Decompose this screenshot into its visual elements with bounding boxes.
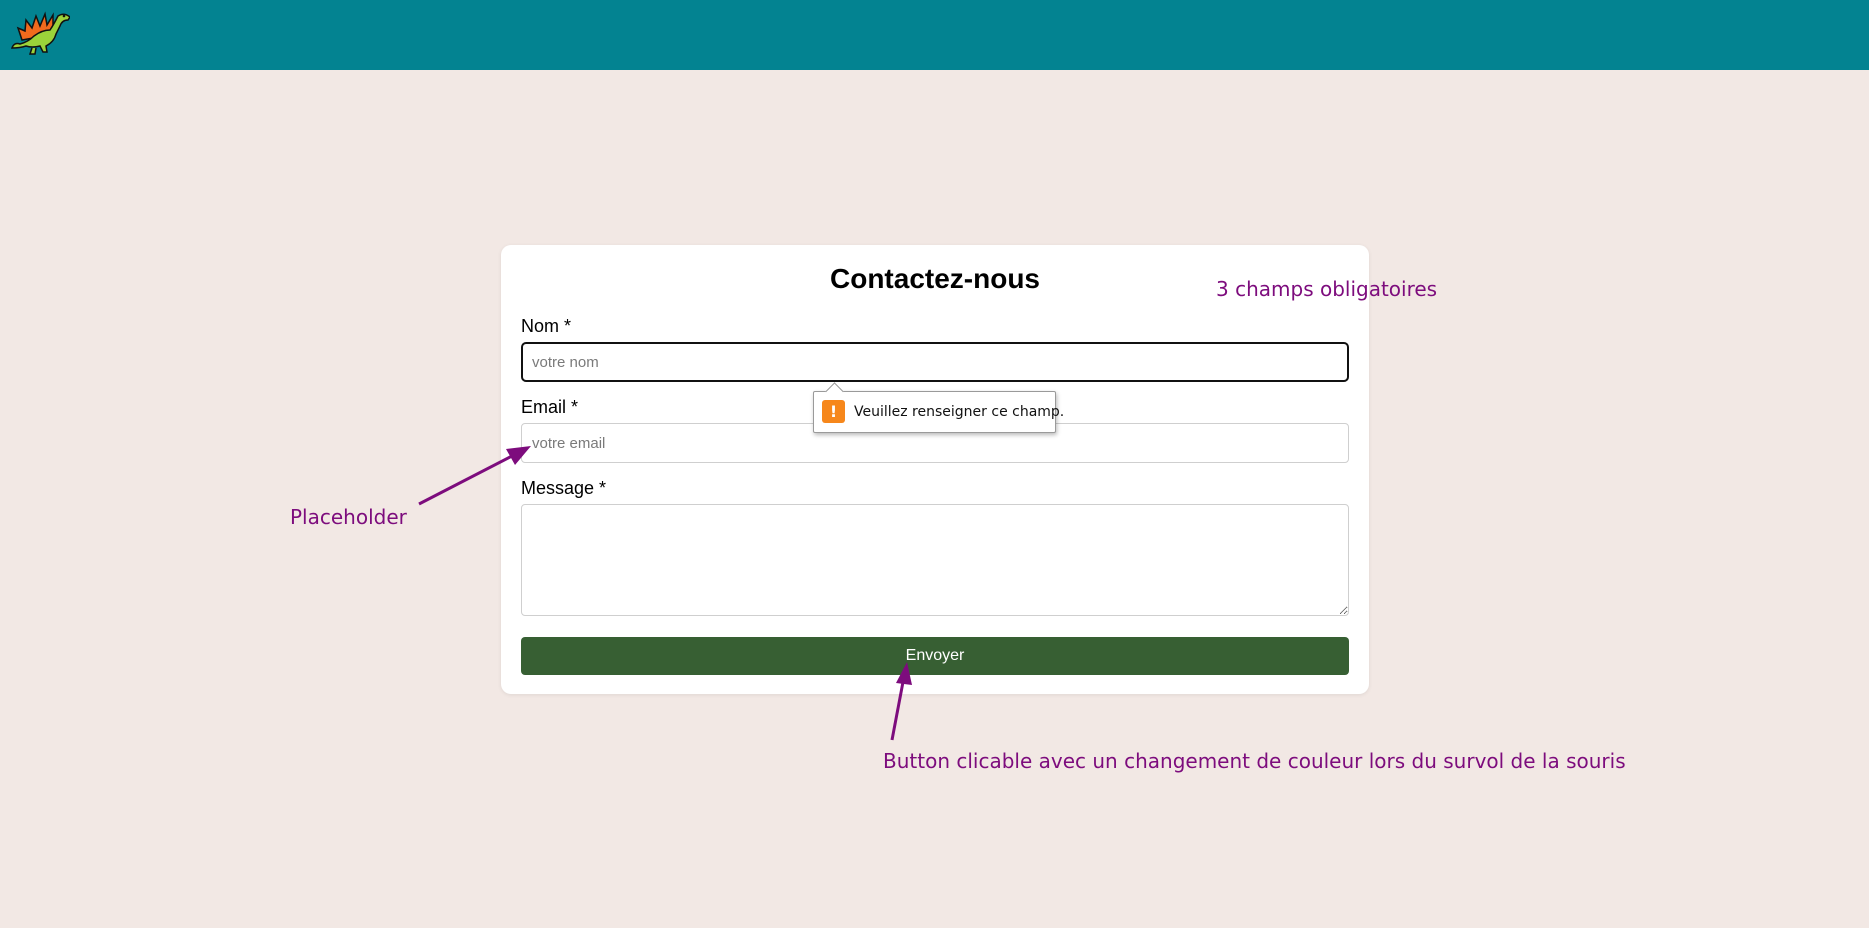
button-arrow-head xyxy=(896,662,912,685)
placeholder-arrow-line xyxy=(418,454,513,506)
button-arrow-line xyxy=(890,681,905,741)
annotation-arrows xyxy=(418,446,912,741)
placeholder-arrow-head xyxy=(506,446,531,465)
